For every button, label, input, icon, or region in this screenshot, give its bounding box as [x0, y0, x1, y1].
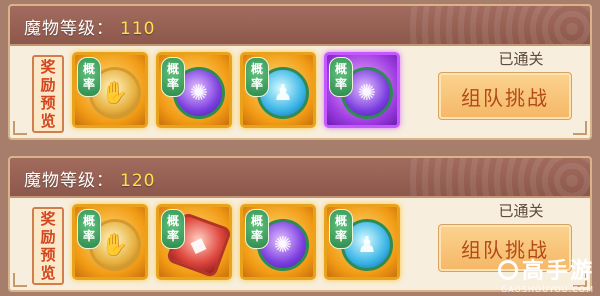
- reward-preview-char: 览: [40, 112, 56, 130]
- watermark-url: GAOSHOUYOU.COM: [500, 285, 594, 294]
- reward-preview-char: 励: [40, 76, 56, 94]
- monster-level: 魔物等级： 120: [24, 166, 155, 191]
- chance-char: 率: [82, 229, 95, 243]
- chance-char: 概: [250, 214, 263, 228]
- chance-char: 率: [82, 77, 95, 91]
- chance-tag: 概率: [161, 209, 185, 249]
- cleared-status: 已通关: [498, 202, 544, 220]
- g-logo-icon: [497, 260, 518, 280]
- chance-char: 率: [250, 229, 263, 243]
- monster-level: 魔物等级： 110: [24, 14, 155, 39]
- chance-tag: 概率: [329, 209, 353, 249]
- reward-item[interactable]: ◆ 概率: [156, 204, 233, 280]
- chance-tag: 概率: [329, 57, 353, 97]
- monster-level-label: 魔物等级：: [24, 171, 114, 191]
- chance-char: 概: [166, 62, 179, 76]
- stage-panel-110: 魔物等级： 110 奖 励 预 览 ✋ 概率 ✺ 概率 ♟ 概率 ✺ 概率 已通关…: [8, 4, 592, 140]
- chance-char: 率: [250, 77, 263, 91]
- watermark-text: 高手游: [521, 259, 594, 284]
- reward-preview-char: 预: [40, 94, 56, 112]
- monster-level-value: 120: [120, 171, 156, 191]
- panel-header: 魔物等级： 120: [10, 158, 590, 198]
- panel-header: 魔物等级： 110: [10, 6, 590, 46]
- chance-char: 概: [250, 62, 263, 76]
- reward-preview-char: 励: [40, 228, 56, 246]
- watermark-main: 高手游: [497, 253, 594, 285]
- corner-ornament: [13, 121, 27, 135]
- cleared-status: 已通关: [498, 50, 544, 68]
- reward-preview-char: 奖: [40, 58, 56, 76]
- reward-item[interactable]: ♟ 概率: [240, 52, 316, 128]
- chance-tag: 概率: [161, 57, 185, 97]
- reward-item[interactable]: ✺ 概率: [324, 52, 400, 128]
- reward-preview-char: 预: [40, 246, 56, 264]
- chance-char: 概: [166, 214, 179, 228]
- chance-char: 率: [166, 77, 179, 91]
- team-challenge-button[interactable]: 组队挑战: [438, 72, 572, 120]
- reward-preview-label: 奖 励 预 览: [32, 55, 64, 133]
- reward-preview-label: 奖 励 预 览: [32, 207, 64, 285]
- chance-char: 率: [334, 229, 347, 243]
- chance-char: 概: [82, 62, 95, 76]
- reward-preview-char: 奖: [40, 210, 56, 228]
- reward-preview-char: 览: [40, 264, 56, 282]
- chance-char: 概: [82, 214, 95, 228]
- chance-tag: 概率: [77, 209, 101, 249]
- monster-level-value: 110: [120, 19, 156, 39]
- corner-ornament: [13, 273, 27, 287]
- chance-tag: 概率: [245, 57, 269, 97]
- reward-item[interactable]: ♟ 概率: [324, 204, 400, 280]
- reward-item[interactable]: ✺ 概率: [240, 204, 316, 280]
- reward-item[interactable]: ✋ 概率: [72, 52, 148, 128]
- reward-item[interactable]: ✋ 概率: [72, 204, 148, 280]
- chance-tag: 概率: [245, 209, 269, 249]
- reward-item[interactable]: ✺ 概率: [156, 52, 232, 128]
- chance-char: 率: [166, 229, 179, 243]
- monster-level-label: 魔物等级：: [24, 19, 114, 39]
- site-watermark: 高手游 GAOSHOUYOU.COM: [497, 253, 594, 294]
- corner-ornament: [573, 121, 587, 135]
- chance-tag: 概率: [77, 57, 101, 97]
- chance-char: 率: [334, 77, 347, 91]
- chance-char: 概: [334, 214, 347, 228]
- chance-char: 概: [334, 62, 347, 76]
